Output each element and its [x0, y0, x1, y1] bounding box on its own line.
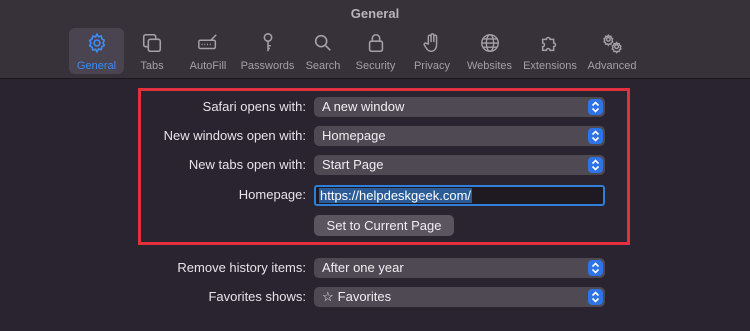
tab-label: Passwords	[240, 60, 295, 72]
favorites-label: Favorites shows:	[208, 289, 306, 304]
hand-icon	[420, 31, 444, 55]
favorites-select[interactable]: ☆ Favorites	[314, 287, 605, 307]
chevron-updown-icon	[588, 289, 603, 305]
search-icon	[311, 31, 335, 55]
chevron-updown-icon	[588, 128, 603, 144]
preference-tabs: General Tabs AutoFill Passwords Search S…	[69, 28, 643, 74]
tab-general[interactable]: General	[69, 28, 124, 74]
chevron-updown-icon	[588, 157, 603, 173]
tab-label: Tabs	[140, 60, 164, 72]
remove-history-select[interactable]: After one year	[314, 258, 605, 278]
tab-passwords[interactable]: Passwords	[236, 28, 299, 74]
homepage-value: https://helpdeskgeek.com/	[319, 188, 473, 203]
tab-extensions[interactable]: Extensions	[519, 28, 581, 74]
tab-search[interactable]: Search	[299, 28, 347, 74]
tab-label: General	[76, 60, 117, 72]
tab-label: Search	[305, 60, 341, 72]
new-windows-select[interactable]: Homepage	[314, 126, 605, 146]
new-tabs-label: New tabs open with:	[188, 157, 306, 172]
autofill-icon	[196, 31, 220, 55]
select-value: Favorites	[337, 289, 392, 304]
key-icon	[256, 31, 280, 55]
homepage-label: Homepage:	[238, 187, 306, 202]
tab-label: Extensions	[523, 60, 577, 72]
select-value: After one year	[322, 260, 404, 275]
star-icon: ☆	[322, 289, 334, 304]
tab-advanced[interactable]: Advanced	[581, 28, 643, 74]
new-tabs-select[interactable]: Start Page	[314, 155, 605, 175]
homepage-input[interactable]: https://helpdeskgeek.com/	[314, 185, 605, 206]
puzzle-icon	[538, 31, 562, 55]
tab-label: AutoFill	[189, 60, 227, 72]
tab-security[interactable]: Security	[347, 28, 404, 74]
tab-label: Advanced	[587, 60, 637, 72]
tab-label: Security	[355, 60, 396, 72]
remove-history-label: Remove history items:	[177, 260, 306, 275]
tab-websites[interactable]: Websites	[460, 28, 519, 74]
tab-label: Websites	[466, 60, 513, 72]
set-to-current-page-button[interactable]: Set to Current Page	[314, 215, 454, 236]
safari-opens-label: Safari opens with:	[202, 99, 306, 114]
tab-privacy[interactable]: Privacy	[404, 28, 460, 74]
select-value: A new window	[322, 99, 405, 114]
tab-autofill[interactable]: AutoFill	[180, 28, 236, 74]
globe-icon	[478, 31, 502, 55]
preferences-toolbar: General General Tabs AutoFill Passwords …	[0, 0, 750, 79]
select-value: Homepage	[322, 128, 386, 143]
tab-tabs[interactable]: Tabs	[124, 28, 180, 74]
chevron-updown-icon	[588, 99, 603, 115]
new-windows-label: New windows open with:	[163, 128, 306, 143]
tabs-icon	[140, 31, 164, 55]
window-title: General	[350, 6, 400, 21]
gear-icon	[85, 31, 109, 55]
lock-icon	[364, 31, 388, 55]
gears-icon	[600, 31, 624, 55]
tab-label: Privacy	[413, 60, 451, 72]
select-value: Start Page	[322, 157, 384, 172]
chevron-updown-icon	[588, 260, 603, 276]
safari-opens-select[interactable]: A new window	[314, 97, 605, 117]
